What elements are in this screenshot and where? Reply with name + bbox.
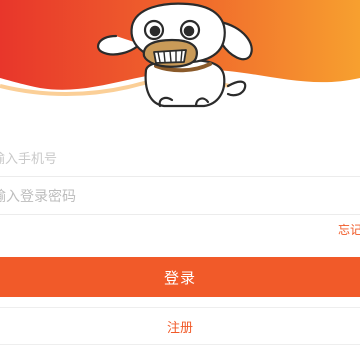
register-button[interactable]: 注册 — [0, 307, 360, 345]
password-field[interactable] — [0, 179, 360, 215]
login-button[interactable]: 登录 — [0, 257, 360, 297]
login-button-label: 登录 — [163, 268, 196, 287]
phone-field[interactable] — [0, 141, 360, 177]
password-divider — [0, 214, 360, 215]
forgot-password-link[interactable]: 忘记密码 — [338, 221, 360, 238]
header-banner — [0, 0, 360, 130]
dog-mascot-icon — [97, 2, 253, 108]
register-button-label: 注册 — [166, 320, 193, 336]
password-input[interactable] — [0, 179, 360, 215]
phone-input[interactable] — [0, 141, 360, 177]
phone-divider — [0, 176, 360, 177]
